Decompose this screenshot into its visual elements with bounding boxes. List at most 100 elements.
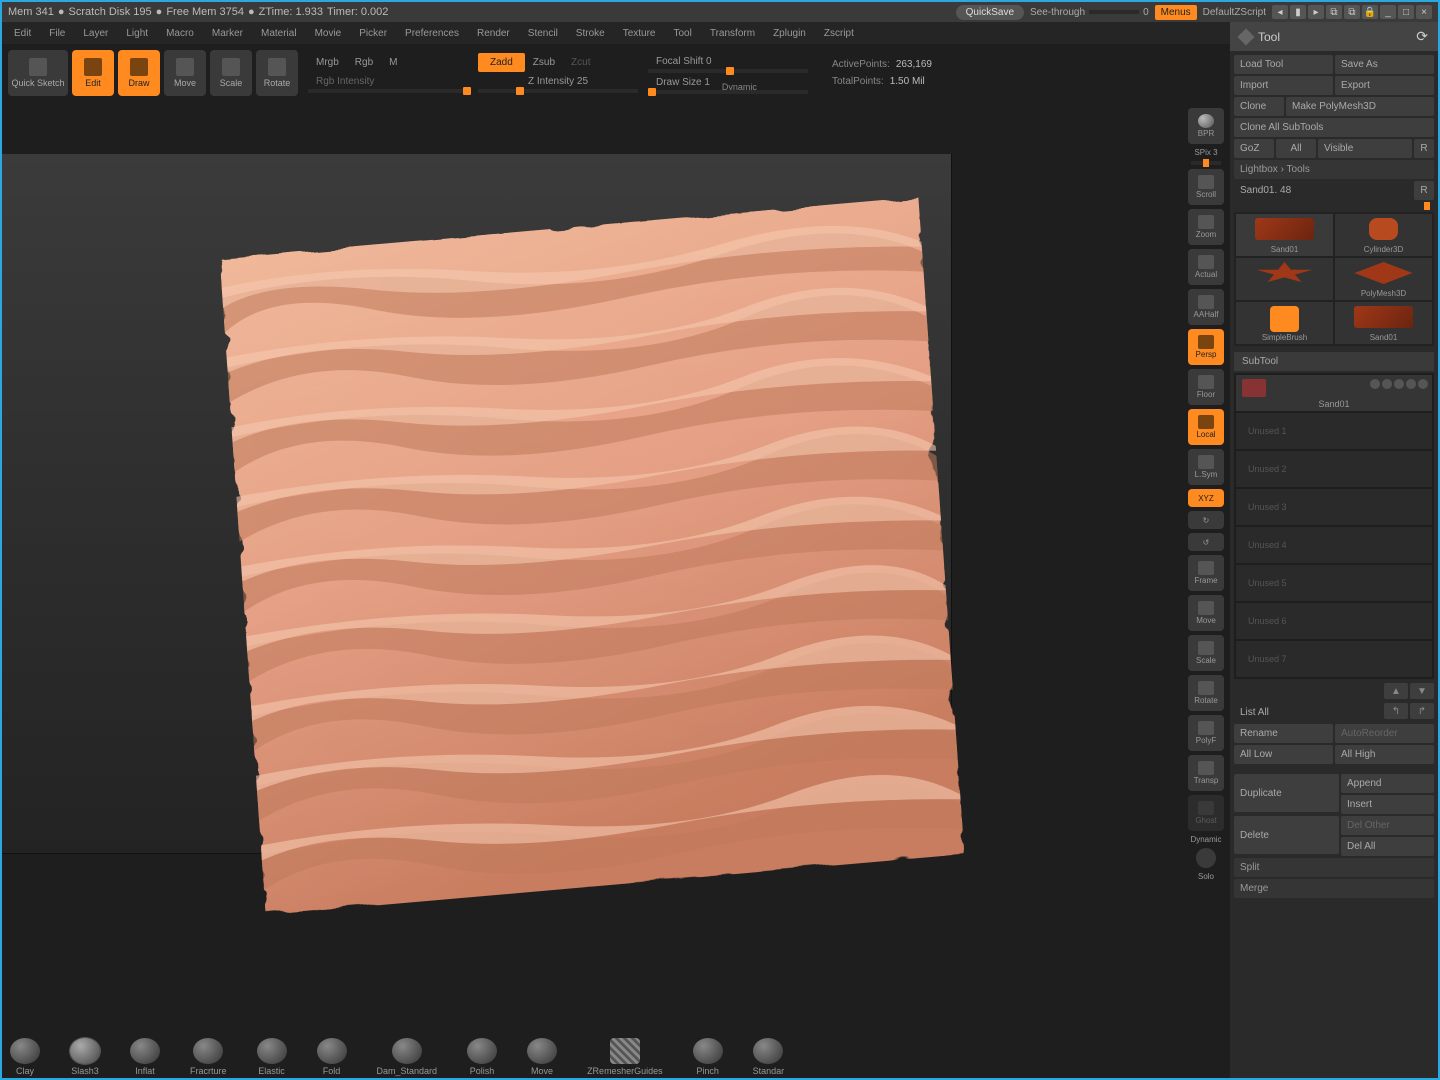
scale-nav-button[interactable]: Scale <box>1188 635 1224 671</box>
brush-zremesher-guides[interactable]: ZRemesherGuides <box>587 1038 663 1076</box>
persp-button[interactable]: Persp <box>1188 329 1224 365</box>
floor-button[interactable]: Floor <box>1188 369 1224 405</box>
subtool-unused-3[interactable]: Unused 3 <box>1236 489 1432 525</box>
menu-edit[interactable]: Edit <box>6 25 39 42</box>
polyf-button[interactable]: PolyF <box>1188 715 1224 751</box>
zcut-toggle[interactable]: Zcut <box>563 53 598 72</box>
zoom-button[interactable]: Zoom <box>1188 209 1224 245</box>
scroll-button[interactable]: Scroll <box>1188 169 1224 205</box>
menu-transform[interactable]: Transform <box>702 25 763 42</box>
menu-tool[interactable]: Tool <box>666 25 700 42</box>
save-as-button[interactable]: Save As <box>1335 55 1434 74</box>
seethrough-slider[interactable]: See-through 0 <box>1030 7 1149 18</box>
brush-clay[interactable]: Clay <box>10 1038 40 1076</box>
mrgb-toggle[interactable]: Mrgb <box>308 53 347 72</box>
quicksave-button[interactable]: QuickSave <box>956 5 1024 20</box>
menu-layer[interactable]: Layer <box>75 25 116 42</box>
tool-cylinder3d[interactable]: Cylinder3D <box>1335 214 1432 256</box>
nav-down-button[interactable]: ↱ <box>1410 703 1434 719</box>
brush-move[interactable]: Move <box>527 1038 557 1076</box>
refresh-icon[interactable]: ⟳ <box>1416 28 1428 45</box>
menu-render[interactable]: Render <box>469 25 518 42</box>
subtool-unused-5[interactable]: Unused 5 <box>1236 565 1432 601</box>
subtool-unused-2[interactable]: Unused 2 <box>1236 451 1432 487</box>
bpr-button[interactable]: BPR <box>1188 108 1224 144</box>
menus-toggle[interactable]: Menus <box>1155 5 1197 20</box>
menu-texture[interactable]: Texture <box>615 25 664 42</box>
zadd-toggle[interactable]: Zadd <box>478 53 525 72</box>
move-up-button[interactable]: ▲ <box>1384 683 1408 699</box>
transp-button[interactable]: Transp <box>1188 755 1224 791</box>
winbtn-3[interactable]: ▸ <box>1308 5 1324 19</box>
all-high-button[interactable]: All High <box>1335 745 1434 764</box>
solo-button[interactable] <box>1196 848 1216 868</box>
tool-polymesh3d[interactable]: PolyMesh3D <box>1335 258 1432 300</box>
tool-sand01-b[interactable]: Sand01 <box>1335 302 1432 344</box>
insert-button[interactable]: Insert <box>1341 795 1434 814</box>
menu-light[interactable]: Light <box>118 25 156 42</box>
menu-file[interactable]: File <box>41 25 73 42</box>
move-down-button[interactable]: ▼ <box>1410 683 1434 699</box>
goz-all-button[interactable]: All <box>1276 139 1316 158</box>
append-button[interactable]: Append <box>1341 774 1434 793</box>
brush-inflat[interactable]: Inflat <box>130 1038 160 1076</box>
rgb-toggle[interactable]: Rgb <box>347 53 381 72</box>
move-nav-button[interactable]: Move <box>1188 595 1224 631</box>
subtool-unused-6[interactable]: Unused 6 <box>1236 603 1432 639</box>
tool-r-button[interactable]: R <box>1414 181 1434 200</box>
winbtn-2[interactable]: ▮ <box>1290 5 1306 19</box>
menu-picker[interactable]: Picker <box>351 25 395 42</box>
local-button[interactable]: Local <box>1188 409 1224 445</box>
lock-button[interactable]: 🔒 <box>1362 5 1378 19</box>
delete-button[interactable]: Delete <box>1234 816 1339 854</box>
viewport[interactable] <box>2 102 1186 1036</box>
m-toggle[interactable]: M <box>381 53 405 72</box>
lsym-button[interactable]: L.Sym <box>1188 449 1224 485</box>
edit-button[interactable]: Edit <box>72 50 114 96</box>
draw-button[interactable]: Draw <box>118 50 160 96</box>
menu-marker[interactable]: Marker <box>204 25 251 42</box>
brush-fracture[interactable]: Fracrture <box>190 1038 227 1076</box>
ghost-button[interactable]: Ghost <box>1188 795 1224 831</box>
export-button[interactable]: Export <box>1335 76 1434 95</box>
frame-button[interactable]: Frame <box>1188 555 1224 591</box>
autoreorder-button[interactable]: AutoReorder <box>1335 724 1434 743</box>
panel-title[interactable]: Tool⟳ <box>1230 22 1438 51</box>
clone-button[interactable]: Clone <box>1234 97 1284 116</box>
rot-z-button[interactable]: ↺ <box>1188 533 1224 551</box>
brush-elastic[interactable]: Elastic <box>257 1038 287 1076</box>
brush-fold[interactable]: Fold <box>317 1038 347 1076</box>
menu-zplugin[interactable]: Zplugin <box>765 25 814 42</box>
nav-up-button[interactable]: ↰ <box>1384 703 1408 719</box>
rot-y-button[interactable]: ↻ <box>1188 511 1224 529</box>
brush-pinch[interactable]: Pinch <box>693 1038 723 1076</box>
subtool-unused-7[interactable]: Unused 7 <box>1236 641 1432 677</box>
xyz-button[interactable]: XYZ <box>1188 489 1224 507</box>
quick-sketch-button[interactable]: Quick Sketch <box>8 50 68 96</box>
merge-header[interactable]: Merge <box>1234 879 1434 898</box>
rotate-nav-button[interactable]: Rotate <box>1188 675 1224 711</box>
subtool-header[interactable]: SubTool <box>1234 352 1434 371</box>
minimize-button[interactable]: _ <box>1380 5 1396 19</box>
menu-preferences[interactable]: Preferences <box>397 25 467 42</box>
goz-visible-button[interactable]: Visible <box>1318 139 1412 158</box>
del-other-button[interactable]: Del Other <box>1341 816 1434 835</box>
menu-stroke[interactable]: Stroke <box>568 25 613 42</box>
goz-button[interactable]: GoZ <box>1234 139 1274 158</box>
maximize-button[interactable]: □ <box>1398 5 1414 19</box>
menu-stencil[interactable]: Stencil <box>520 25 566 42</box>
rotate-button[interactable]: Rotate <box>256 50 298 96</box>
tool-slider[interactable] <box>1234 204 1434 208</box>
goz-r-button[interactable]: R <box>1414 139 1434 158</box>
list-all-button[interactable]: List All <box>1234 703 1382 722</box>
close-button[interactable]: × <box>1416 5 1432 19</box>
menu-zscript[interactable]: Zscript <box>816 25 862 42</box>
scale-button[interactable]: Scale <box>210 50 252 96</box>
import-button[interactable]: Import <box>1234 76 1333 95</box>
make-polymesh3d-button[interactable]: Make PolyMesh3D <box>1286 97 1434 116</box>
clone-all-subtools-button[interactable]: Clone All SubTools <box>1234 118 1434 137</box>
default-zscript[interactable]: DefaultZScript <box>1203 7 1266 18</box>
winbtn-5[interactable]: ⧉ <box>1344 5 1360 19</box>
winbtn-4[interactable]: ⧉ <box>1326 5 1342 19</box>
brush-standard[interactable]: Standar <box>753 1038 785 1076</box>
